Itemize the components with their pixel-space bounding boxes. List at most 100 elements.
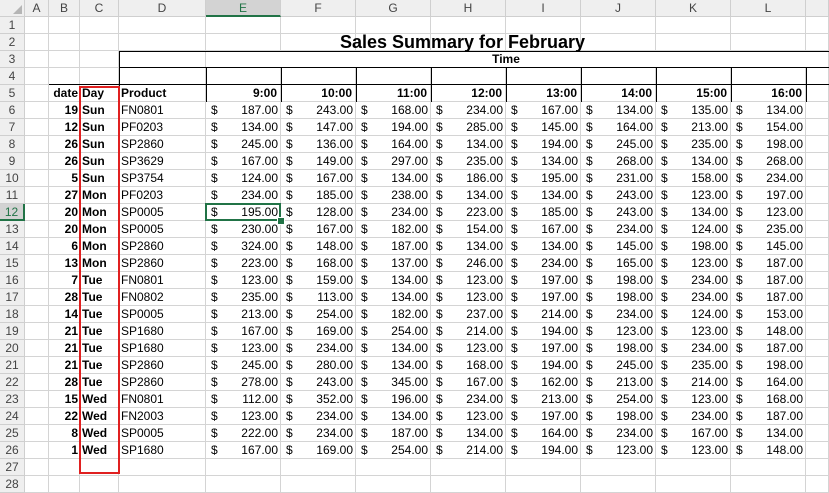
cell-sales-value[interactable]: $148.00 (731, 442, 806, 459)
row-header-10[interactable]: 10 (0, 170, 25, 187)
cell-date[interactable]: 20 (49, 204, 80, 221)
cell-sales-value[interactable]: $169.00 (281, 323, 356, 340)
cell-sales-value[interactable]: $198.00 (581, 408, 656, 425)
cell-sales-value[interactable]: $168.00 (431, 357, 506, 374)
cell-product[interactable]: SP3629 (119, 153, 206, 170)
cell-sales-value[interactable]: $214.00 (656, 374, 731, 391)
row-header-27[interactable]: 27 (0, 459, 25, 476)
cell-sales-value[interactable]: $134.00 (356, 272, 431, 289)
cell-b4[interactable] (49, 68, 80, 85)
cell-sales-value[interactable]: $246.00 (431, 255, 506, 272)
cell-sales-value[interactable]: $165.00 (581, 255, 656, 272)
cell-m10[interactable] (806, 170, 829, 187)
cell-sales-value[interactable]: $154.00 (731, 119, 806, 136)
cell-b27[interactable] (49, 459, 80, 476)
cell-sales-value[interactable]: $245.00 (206, 357, 281, 374)
cell-product[interactable]: SP0005 (119, 425, 206, 442)
cell-sales-value[interactable]: $268.00 (731, 153, 806, 170)
cell-j28[interactable] (581, 476, 656, 493)
cell-sales-value[interactable]: $238.00 (356, 187, 431, 204)
column-header-j[interactable]: J (581, 0, 656, 17)
cell-a18[interactable] (25, 306, 49, 323)
cell-e27[interactable] (206, 459, 281, 476)
cell-sales-value[interactable]: $167.00 (206, 442, 281, 459)
cell-sales-value[interactable]: $134.00 (356, 408, 431, 425)
cell-c1[interactable] (80, 17, 119, 34)
cell-sales-value[interactable]: $187.00 (356, 238, 431, 255)
cell-day[interactable]: Tue (80, 374, 119, 391)
row-header-2[interactable]: 2 (0, 34, 25, 51)
cell-sales-value[interactable]: $198.00 (731, 357, 806, 374)
cell-f27[interactable] (281, 459, 356, 476)
cell-sales-value[interactable]: $164.00 (731, 374, 806, 391)
cell-sales-value[interactable]: $187.00 (731, 255, 806, 272)
row-header-5[interactable]: 5 (0, 85, 25, 102)
cell-product[interactable]: SP2860 (119, 238, 206, 255)
cell-sales-value[interactable]: $245.00 (581, 136, 656, 153)
cell-date[interactable]: 28 (49, 374, 80, 391)
cell-sales-value[interactable]: $185.00 (506, 204, 581, 221)
column-header-a[interactable]: A (25, 0, 49, 17)
cell-sales-value[interactable]: $134.00 (431, 425, 506, 442)
cell-a7[interactable] (25, 119, 49, 136)
cell-sales-value[interactable]: $243.00 (581, 204, 656, 221)
cell-day[interactable]: Tue (80, 289, 119, 306)
cell-sales-value[interactable]: $245.00 (206, 136, 281, 153)
cell-date[interactable]: 21 (49, 323, 80, 340)
cell-g4[interactable] (356, 68, 431, 85)
cell-a3[interactable] (25, 51, 49, 68)
cell-l4[interactable] (731, 68, 806, 85)
cell-date[interactable]: 1 (49, 442, 80, 459)
cell-sales-value[interactable]: $158.00 (656, 170, 731, 187)
row-header-23[interactable]: 23 (0, 391, 25, 408)
cell-h4[interactable] (431, 68, 506, 85)
cell-sales-value[interactable]: $194.00 (506, 323, 581, 340)
cell-a23[interactable] (25, 391, 49, 408)
cell-sales-value[interactable]: $123.00 (656, 187, 731, 204)
cell-day[interactable]: Sun (80, 153, 119, 170)
cell-a28[interactable] (25, 476, 49, 493)
cell-sales-value[interactable]: $113.00 (281, 289, 356, 306)
cell-m14[interactable] (806, 238, 829, 255)
cell-m22[interactable] (806, 374, 829, 391)
cell-date[interactable]: 27 (49, 187, 80, 204)
cell-sales-value[interactable]: $234.00 (656, 340, 731, 357)
cell-a15[interactable] (25, 255, 49, 272)
cell-sales-value[interactable]: $147.00 (281, 119, 356, 136)
cell-product[interactable]: FN0801 (119, 391, 206, 408)
cell-a20[interactable] (25, 340, 49, 357)
cell-sales-value[interactable]: $134.00 (656, 204, 731, 221)
cell-sales-value[interactable]: $167.00 (656, 425, 731, 442)
cell-sales-value[interactable]: $164.00 (506, 425, 581, 442)
cell-date[interactable]: 20 (49, 221, 80, 238)
cell-sales-value[interactable]: $243.00 (281, 102, 356, 119)
cell-product[interactable]: SP0005 (119, 221, 206, 238)
cell-sales-value[interactable]: $168.00 (281, 255, 356, 272)
cell-sales-value[interactable]: $234.00 (656, 289, 731, 306)
cell-product[interactable]: SP1680 (119, 340, 206, 357)
cell-a21[interactable] (25, 357, 49, 374)
cell-day[interactable]: Wed (80, 425, 119, 442)
cell-sales-value[interactable]: $187.00 (731, 408, 806, 425)
cell-sales-value[interactable]: $223.00 (206, 255, 281, 272)
cell-sales-value[interactable]: $235.00 (656, 136, 731, 153)
cell-sales-value[interactable]: $123.00 (581, 323, 656, 340)
cell-sales-value[interactable]: $153.00 (731, 306, 806, 323)
cell-sales-value[interactable]: $112.00 (206, 391, 281, 408)
row-header-22[interactable]: 22 (0, 374, 25, 391)
cell-sales-value[interactable]: $214.00 (431, 442, 506, 459)
cell-sales-value[interactable]: $234.00 (281, 425, 356, 442)
cell-j27[interactable] (581, 459, 656, 476)
row-header-19[interactable]: 19 (0, 323, 25, 340)
cell-k4[interactable] (656, 68, 731, 85)
cell-day[interactable]: Mon (80, 238, 119, 255)
cell-sales-value[interactable]: $134.00 (356, 340, 431, 357)
cell-date[interactable]: 21 (49, 340, 80, 357)
cell-f4[interactable] (281, 68, 356, 85)
cell-sales-value[interactable]: $134.00 (431, 136, 506, 153)
row-header-20[interactable]: 20 (0, 340, 25, 357)
cell-date[interactable]: 21 (49, 357, 80, 374)
cell-m23[interactable] (806, 391, 829, 408)
cell-sales-value[interactable]: $352.00 (281, 391, 356, 408)
cell-a6[interactable] (25, 102, 49, 119)
